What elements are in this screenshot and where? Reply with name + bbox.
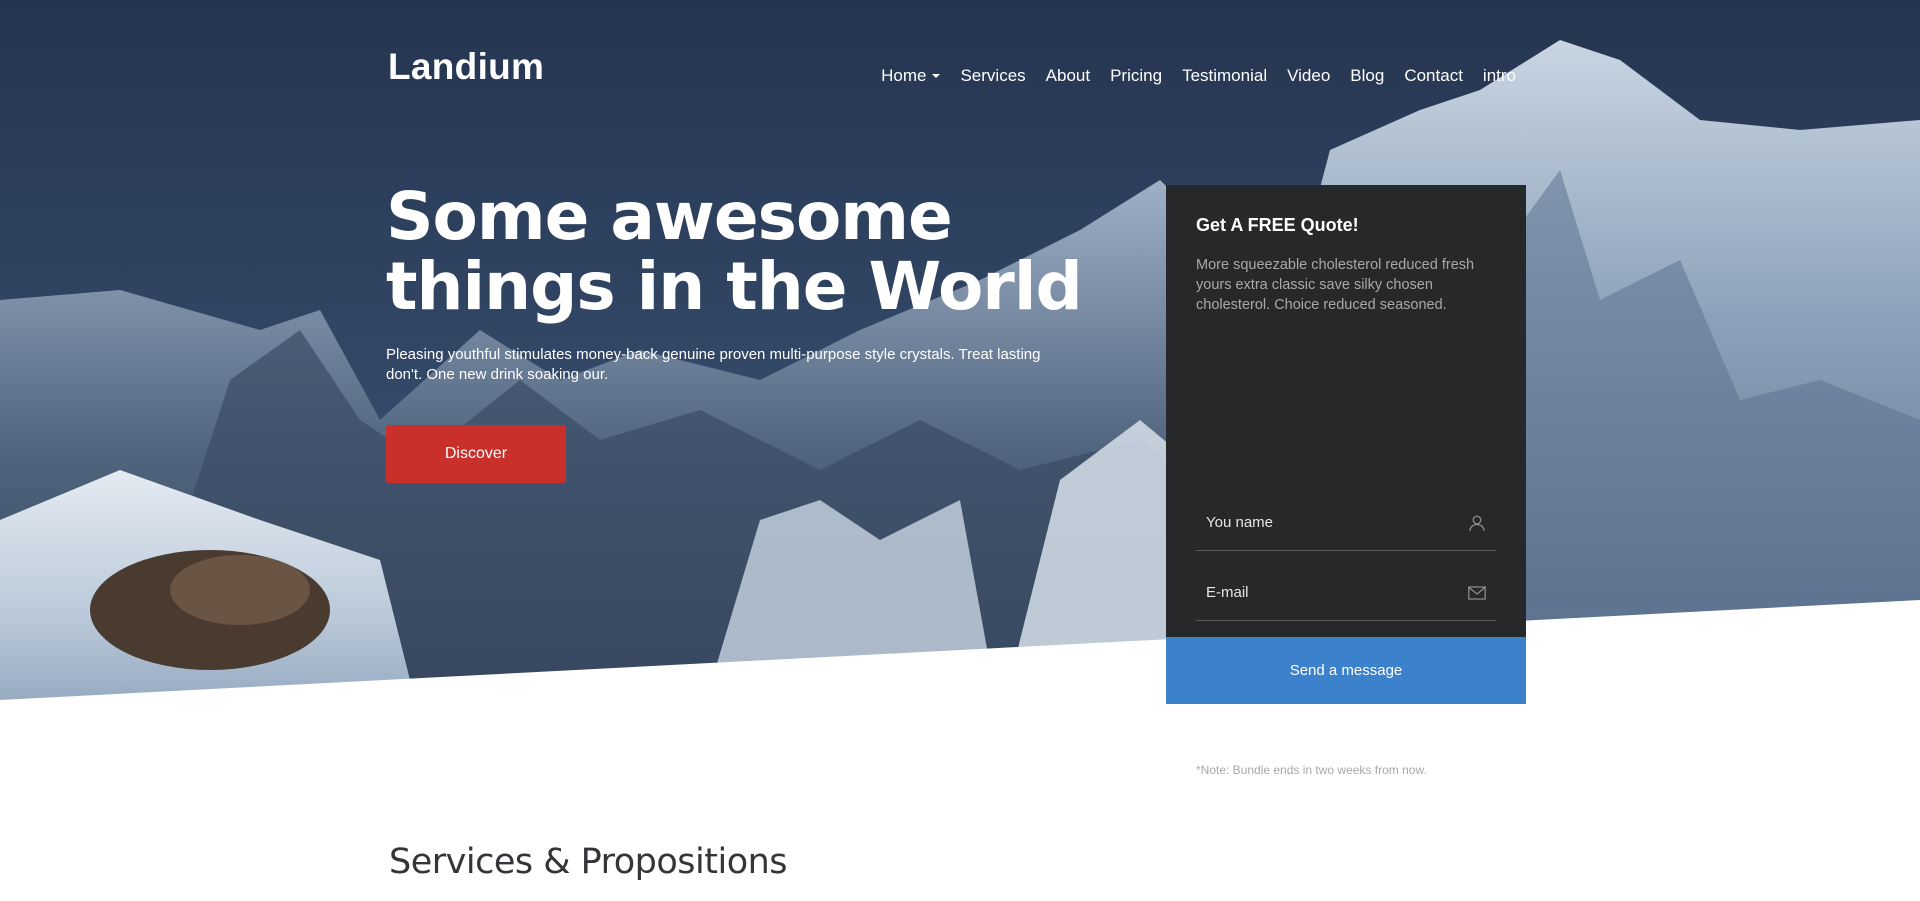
envelope-icon	[1468, 584, 1486, 602]
quote-form-card: Get A FREE Quote! More squeezable choles…	[1166, 185, 1526, 777]
services-section-title: Services & Propositions	[389, 842, 788, 882]
hero-subtext: Pleasing youthful stimulates money-back …	[386, 346, 1041, 383]
quote-form-title: Get A FREE Quote!	[1196, 215, 1359, 235]
nav-item-blog[interactable]: Blog	[1340, 62, 1394, 90]
bundle-note: *Note: Bundle ends in two weeks from now…	[1196, 763, 1427, 777]
hero-headline-line-2: things in the World	[386, 248, 1083, 325]
nav-item-services[interactable]: Services	[950, 62, 1035, 90]
name-field[interactable]	[1196, 495, 1496, 551]
nav-item-pricing[interactable]: Pricing	[1100, 62, 1172, 90]
nav-item-contact[interactable]: Contact	[1394, 62, 1473, 90]
nav-item-home[interactable]: Home	[871, 62, 950, 90]
nav-item-intro[interactable]: intro	[1473, 62, 1526, 90]
brand-logo[interactable]: Landium	[388, 46, 544, 88]
email-input[interactable]	[1206, 584, 1446, 601]
nav-item-about[interactable]: About	[1036, 62, 1100, 90]
discover-button[interactable]: Discover	[386, 425, 566, 483]
nav-item-video[interactable]: Video	[1277, 62, 1340, 90]
nav-item-testimonial[interactable]: Testimonial	[1172, 62, 1277, 90]
main-nav: Home Services About Pricing Testimonial …	[871, 62, 1526, 90]
hero-section: Landium Home Services About Pricing Test…	[0, 0, 1920, 720]
nav-item-home-label: Home	[881, 66, 927, 85]
caret-down-icon	[932, 74, 941, 78]
email-field[interactable]	[1196, 565, 1496, 621]
user-icon	[1468, 514, 1486, 532]
hero-headline-line-1: Some awesome	[386, 178, 953, 255]
send-message-button[interactable]: Send a message	[1166, 637, 1526, 704]
hero-headline: Some awesome things in the World	[386, 182, 1086, 322]
name-input[interactable]	[1206, 514, 1446, 531]
quote-form-description: More squeezable cholesterol reduced fres…	[1196, 257, 1475, 313]
